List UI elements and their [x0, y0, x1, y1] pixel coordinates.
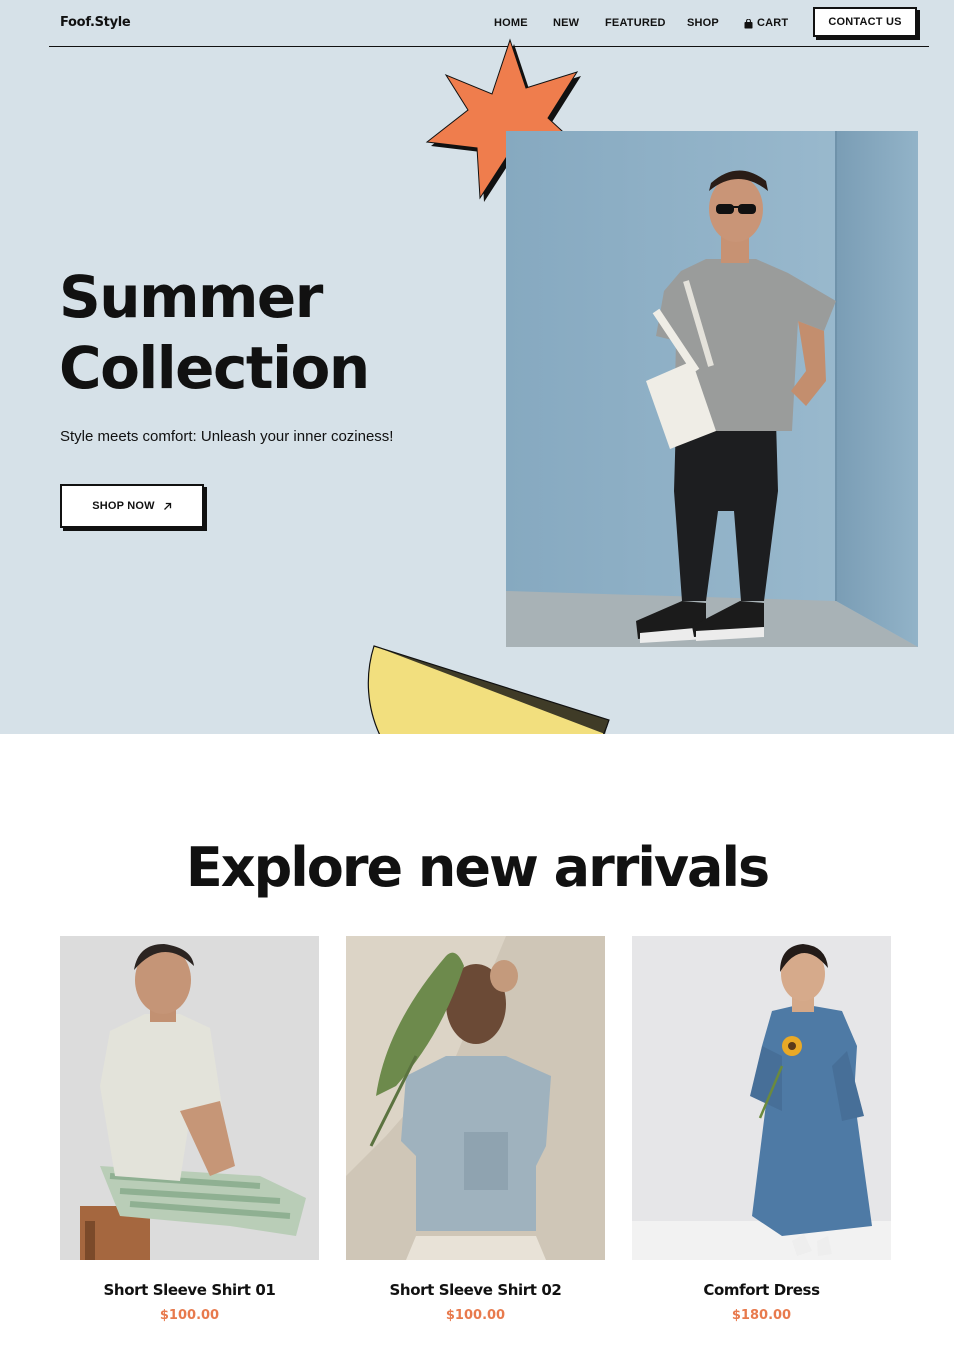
new-arrivals-heading: Explore new arrivals — [185, 836, 770, 899]
product-price: $180.00 — [731, 1308, 792, 1323]
shop-now-button[interactable]: SHOP NOW — [60, 484, 204, 528]
hero-subtitle: Style meets comfort: Unleash your inner … — [60, 428, 394, 445]
nav-shop-label: SHOP — [687, 17, 719, 29]
product-card[interactable]: Short Sleeve Shirt 02 $100.00 — [346, 936, 605, 1323]
shopping-bag-icon — [744, 18, 753, 28]
brand-logo[interactable]: Foof.Style — [60, 15, 131, 30]
nav-featured-label: FEATURED — [605, 17, 666, 29]
nav-cart[interactable]: CART — [744, 16, 788, 30]
hero-model-image — [506, 131, 918, 647]
hero-title-line-2: Collection — [59, 334, 370, 402]
nav-new-label: NEW — [553, 17, 580, 29]
product-price: $100.00 — [445, 1308, 506, 1323]
decorative-half-circle — [367, 645, 610, 734]
contact-us-label: CONTACT US — [828, 16, 902, 28]
product-name[interactable]: Short Sleeve Shirt 01 — [60, 1281, 319, 1299]
product-price: $100.00 — [159, 1308, 220, 1323]
product-image[interactable] — [346, 936, 605, 1260]
product-image[interactable] — [60, 936, 319, 1260]
hero-title: Summer Collection — [59, 262, 479, 404]
product-card[interactable]: Short Sleeve Shirt 01 $100.00 — [60, 936, 319, 1323]
nav-cart-label: CART — [757, 17, 789, 29]
product-name[interactable]: Comfort Dress — [632, 1281, 891, 1299]
nav-home[interactable]: HOME — [494, 16, 528, 30]
product-card[interactable]: Comfort Dress $180.00 — [632, 936, 891, 1323]
nav-shop[interactable]: SHOP — [687, 16, 719, 30]
contact-us-button[interactable]: CONTACT US — [813, 7, 917, 37]
product-image[interactable] — [632, 936, 891, 1260]
hero-section: Foof.Style HOME NEW FEATURED SHOP CART C… — [0, 0, 954, 734]
nav-new[interactable]: NEW — [553, 16, 579, 30]
shop-now-label: SHOP NOW — [92, 500, 155, 512]
hero-title-line-1: Summer — [59, 263, 323, 331]
nav-home-label: HOME — [494, 17, 528, 29]
product-name[interactable]: Short Sleeve Shirt 02 — [346, 1281, 605, 1299]
nav-featured[interactable]: FEATURED — [605, 16, 666, 30]
arrow-up-right-icon — [163, 502, 172, 511]
